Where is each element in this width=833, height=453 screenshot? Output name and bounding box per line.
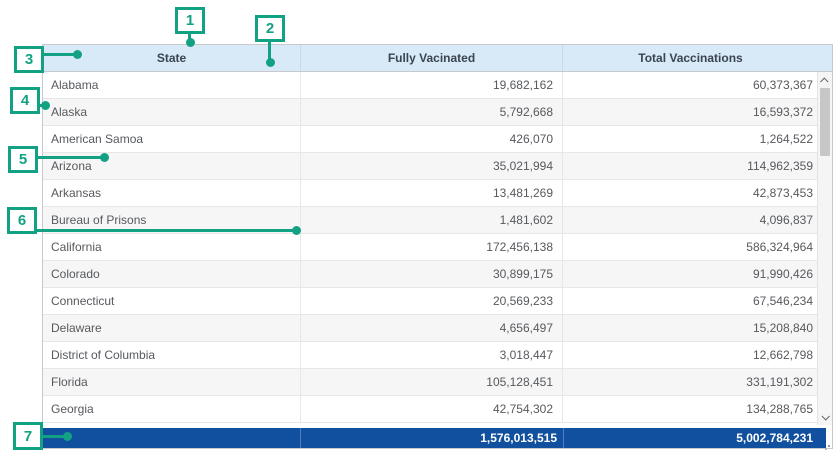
callout-6-line — [36, 229, 294, 232]
table-row: American Samoa 426,070 1,264,522 — [43, 126, 832, 153]
cell-fully-vaccinated: 19,682,162 — [301, 72, 563, 98]
cell-state: Florida — [43, 369, 301, 395]
scrollbar-thumb[interactable] — [820, 88, 830, 156]
cell-total-vaccinations: 15,208,840 — [563, 315, 832, 341]
callout-5: 5 — [8, 146, 38, 173]
cell-total-vaccinations: 12,662,798 — [563, 342, 832, 368]
callout-2-dot — [266, 58, 275, 67]
column-header-fully-vaccinated[interactable]: Fully Vacinated — [301, 45, 563, 71]
cell-total-vaccinations: 4,096,837 — [563, 207, 832, 233]
cell-fully-vaccinated: 3,018,447 — [301, 342, 563, 368]
cell-fully-vaccinated: 172,456,138 — [301, 234, 563, 260]
cell-total-vaccinations: 16,593,372 — [563, 99, 832, 125]
table-row: Arizona 35,021,994 114,962,359 — [43, 153, 832, 180]
callout-6: 6 — [7, 207, 37, 234]
cell-fully-vaccinated: 5,792,668 — [301, 99, 563, 125]
cell-fully-vaccinated: 42,754,302 — [301, 396, 563, 422]
cell-total-vaccinations: 134,288,765 — [563, 396, 832, 422]
callout-4-dot — [41, 101, 50, 110]
table-header-row: State Fully Vacinated Total Vaccinations — [43, 45, 832, 72]
callout-1-dot — [186, 38, 195, 47]
scroll-up-button[interactable] — [818, 74, 832, 87]
table-row: Delaware 4,656,497 15,208,840 — [43, 315, 832, 342]
cell-state: California — [43, 234, 301, 260]
callout-3-dot — [73, 50, 82, 59]
cell-fully-vaccinated: 1,481,602 — [301, 207, 563, 233]
table-row: Arkansas 13,481,269 42,873,453 — [43, 180, 832, 207]
callout-2: 2 — [255, 15, 285, 42]
callout-6-dot — [292, 226, 301, 235]
cell-total-vaccinations: 60,373,367 — [563, 72, 832, 98]
callout-7-dot — [63, 432, 72, 441]
chevron-down-icon — [821, 412, 829, 420]
cell-total-vaccinations: 91,990,426 — [563, 261, 832, 287]
table-row: Colorado 30,899,175 91,990,426 — [43, 261, 832, 288]
cell-total-vaccinations: 1,264,522 — [563, 126, 832, 152]
cell-state: Colorado — [43, 261, 301, 287]
table-row: California 172,456,138 586,324,964 — [43, 234, 832, 261]
column-header-total-vaccinations[interactable]: Total Vaccinations — [563, 45, 832, 71]
scroll-down-button[interactable] — [818, 410, 832, 423]
screenshot-root: State Fully Vacinated Total Vaccinations… — [0, 0, 833, 453]
cell-state: Connecticut — [43, 288, 301, 314]
cell-total-vaccinations: 331,191,302 — [563, 369, 832, 395]
totals-cell-state — [43, 428, 301, 448]
cell-state: Arkansas — [43, 180, 301, 206]
cell-state: Alaska — [43, 99, 301, 125]
totals-cell-fully-vaccinated: 1,576,013,515 — [301, 428, 564, 448]
cell-fully-vaccinated: 20,569,233 — [301, 288, 563, 314]
vaccination-table: State Fully Vacinated Total Vaccinations… — [42, 44, 833, 449]
callout-3-line — [43, 53, 75, 56]
chevron-up-icon — [820, 77, 828, 85]
table-row: Florida 105,128,451 331,191,302 — [43, 369, 832, 396]
callout-1: 1 — [175, 7, 205, 34]
table-row: Georgia 42,754,302 134,288,765 — [43, 396, 832, 423]
cell-total-vaccinations: 114,962,359 — [563, 153, 832, 179]
resize-grip-icon[interactable] — [828, 445, 830, 447]
cell-state: Delaware — [43, 315, 301, 341]
callout-7: 7 — [13, 422, 43, 450]
callout-5-line — [37, 156, 102, 159]
cell-fully-vaccinated: 105,128,451 — [301, 369, 563, 395]
callout-5-dot — [100, 153, 109, 162]
vertical-scrollbar[interactable] — [817, 72, 832, 425]
cell-fully-vaccinated: 4,656,497 — [301, 315, 563, 341]
callout-4: 4 — [10, 87, 40, 114]
cell-total-vaccinations: 67,546,234 — [563, 288, 832, 314]
table-row: Connecticut 20,569,233 67,546,234 — [43, 288, 832, 315]
cell-state: American Samoa — [43, 126, 301, 152]
table-row: Alaska 5,792,668 16,593,372 — [43, 99, 832, 126]
cell-state: Alabama — [43, 72, 301, 98]
totals-cell-total-vaccinations: 5,002,784,231 — [564, 428, 826, 448]
table-row: Alabama 19,682,162 60,373,367 — [43, 72, 832, 99]
cell-fully-vaccinated: 35,021,994 — [301, 153, 563, 179]
cell-total-vaccinations: 586,324,964 — [563, 234, 832, 260]
cell-state: Georgia — [43, 396, 301, 422]
callout-3: 3 — [14, 46, 44, 73]
column-header-state[interactable]: State — [43, 45, 301, 71]
cell-fully-vaccinated: 13,481,269 — [301, 180, 563, 206]
cell-fully-vaccinated: 426,070 — [301, 126, 563, 152]
table-body: Alabama 19,682,162 60,373,367 Alaska 5,7… — [43, 72, 832, 425]
totals-row: 1,576,013,515 5,002,784,231 — [43, 428, 826, 448]
cell-state: District of Columbia — [43, 342, 301, 368]
cell-total-vaccinations: 42,873,453 — [563, 180, 832, 206]
table-row: District of Columbia 3,018,447 12,662,79… — [43, 342, 832, 369]
cell-fully-vaccinated: 30,899,175 — [301, 261, 563, 287]
